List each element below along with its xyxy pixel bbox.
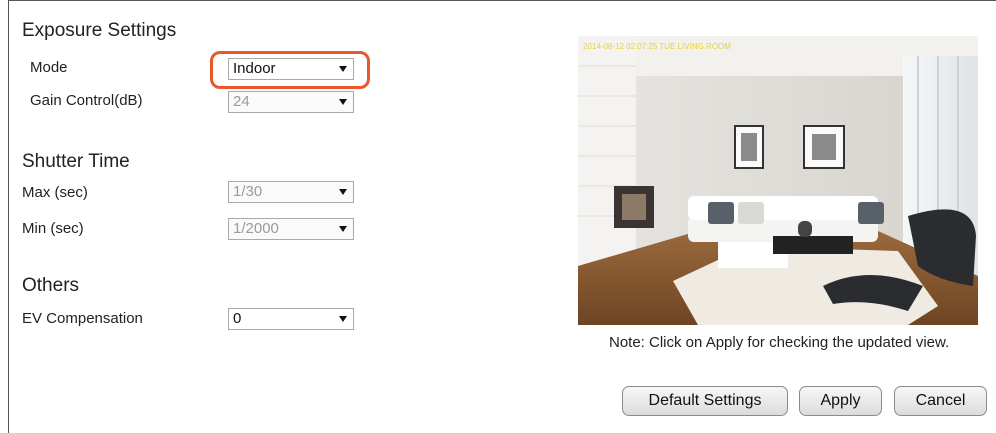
chevron-down-icon bbox=[339, 189, 347, 195]
chevron-down-icon bbox=[339, 316, 347, 322]
living-room-illustration bbox=[578, 36, 978, 325]
mode-highlight-outline bbox=[210, 51, 370, 89]
shutter-max-select-value: 1/30 bbox=[233, 183, 263, 200]
shutter-time-title: Shutter Time bbox=[22, 151, 130, 172]
shutter-min-select-value: 1/2000 bbox=[233, 220, 279, 237]
gain-control-select-value: 24 bbox=[233, 93, 250, 110]
shutter-max-label: Max (sec) bbox=[22, 184, 88, 201]
shutter-min-label: Min (sec) bbox=[22, 220, 84, 237]
apply-note: Note: Click on Apply for checking the up… bbox=[609, 334, 950, 351]
mode-label: Mode bbox=[30, 59, 68, 76]
gain-control-label: Gain Control(dB) bbox=[30, 92, 143, 109]
chevron-down-icon bbox=[339, 226, 347, 232]
shutter-max-select[interactable]: 1/30 bbox=[228, 181, 354, 203]
ev-compensation-select[interactable]: 0 bbox=[228, 308, 354, 330]
others-title: Others bbox=[22, 275, 80, 296]
live-preview-image: 2014-08-12 02:07:25 TUE LIVING ROOM bbox=[578, 36, 978, 325]
default-settings-button[interactable]: Default Settings bbox=[622, 386, 788, 416]
ev-compensation-label: EV Compensation bbox=[22, 310, 143, 327]
exposure-settings-title: Exposure Settings bbox=[22, 20, 177, 41]
preview-timestamp: 2014-08-12 02:07:25 TUE LIVING ROOM bbox=[583, 42, 731, 51]
apply-button[interactable]: Apply bbox=[799, 386, 882, 416]
gain-control-select[interactable]: 24 bbox=[228, 91, 354, 113]
cancel-button[interactable]: Cancel bbox=[894, 386, 987, 416]
ev-compensation-select-value: 0 bbox=[233, 310, 242, 327]
shutter-min-select[interactable]: 1/2000 bbox=[228, 218, 354, 240]
chevron-down-icon bbox=[339, 99, 347, 105]
